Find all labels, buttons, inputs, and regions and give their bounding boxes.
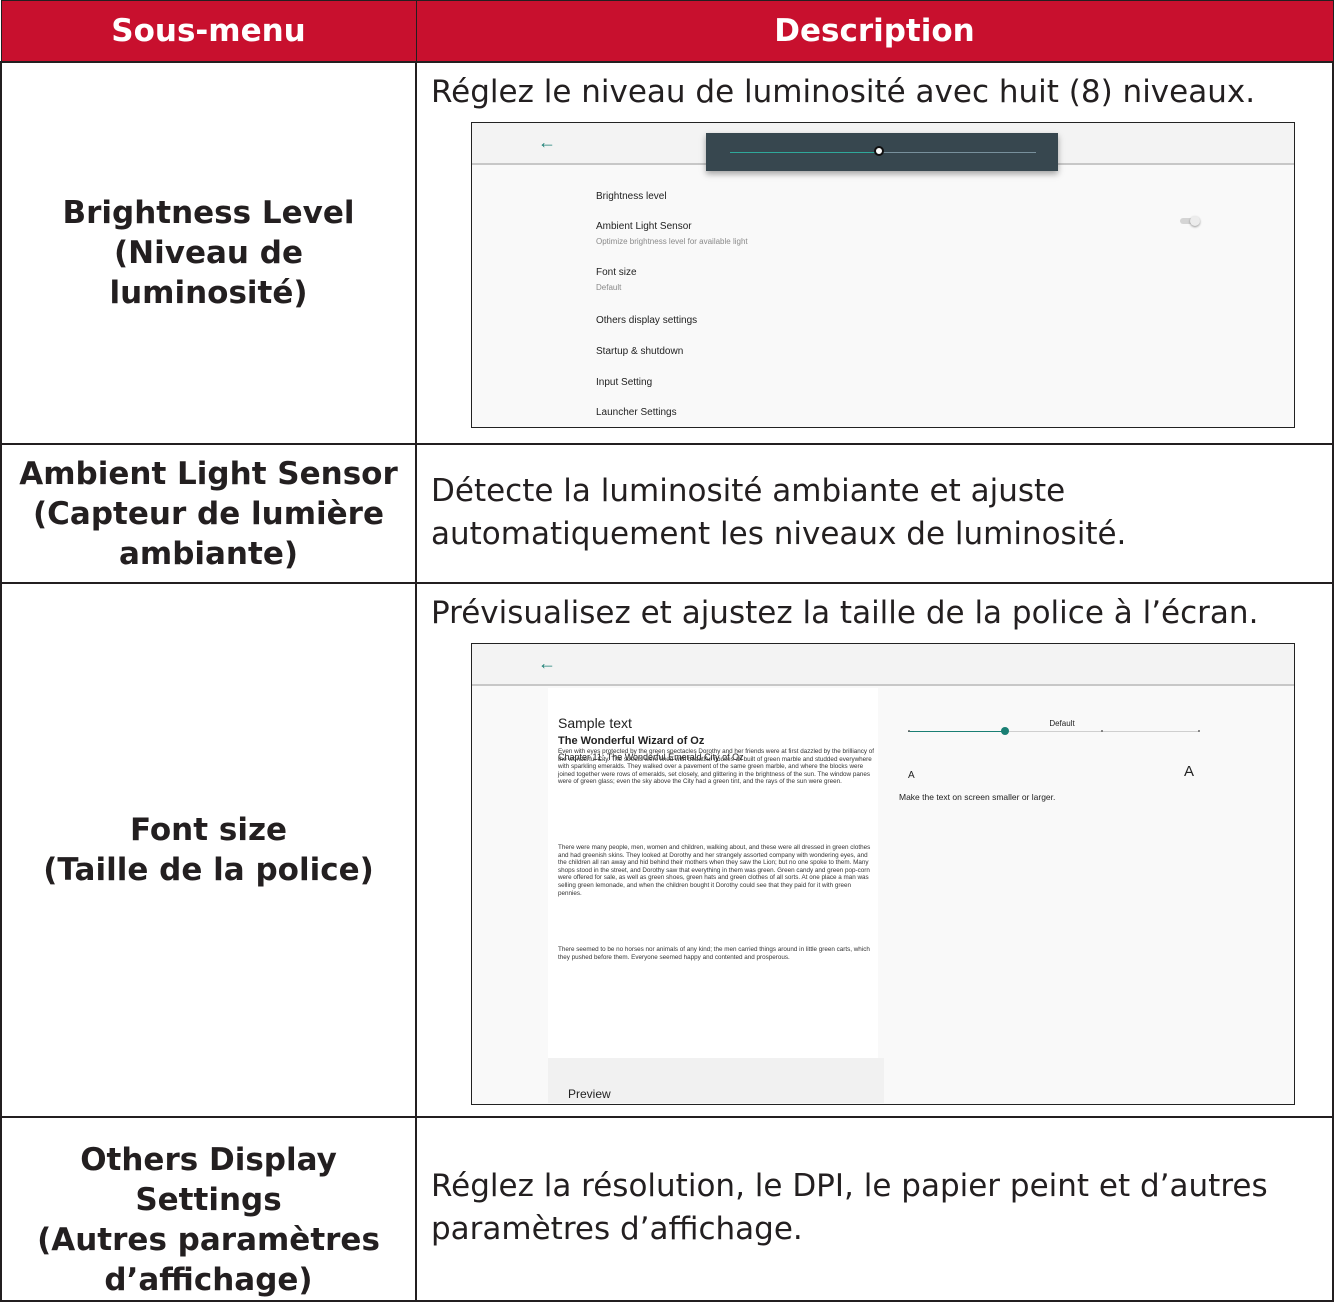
table-row: Font size (Taille de la police) Prévisua… [0, 582, 1334, 1118]
row-description: Réglez le niveau de luminosité avec huit… [431, 74, 1256, 110]
row-name-fontsize: Font size (Taille de la police) [0, 582, 417, 1118]
row-name-line2: (Capteur de lumière ambiante) [33, 495, 384, 572]
brightness-slider-knob[interactable] [874, 146, 884, 156]
arrow-left-icon[interactable]: ← [538, 133, 556, 151]
font-size-value-label: Default [1049, 719, 1075, 728]
row-name-line2: (Taille de la police) [43, 852, 374, 888]
row-desc-brightness: Réglez le niveau de luminosité avec huit… [415, 61, 1334, 445]
large-a-label: A [1184, 763, 1195, 780]
row-description: Réglez la résolution, le DPI, le papier … [431, 1168, 1268, 1247]
row-name-line1: Ambient Light Sensor [19, 455, 398, 492]
header-description: Description [415, 0, 1334, 63]
font-size-slider-fill [908, 731, 1005, 732]
header-submenu: Sous-menu [0, 0, 417, 63]
setting-item-title[interactable]: Launcher Settings [596, 391, 677, 427]
slider-tick [1198, 730, 1200, 732]
row-name-line1: Others Display Settings [80, 1142, 337, 1218]
row-desc-fontsize: Prévisualisez et ajustez la taille de la… [415, 582, 1334, 1118]
sample-paragraph: Even with eyes protected by the green sp… [558, 748, 875, 786]
row-description: Prévisualisez et ajustez la taille de la… [431, 595, 1259, 631]
screen-topbar [472, 644, 1294, 686]
preview-label: Preview [568, 1087, 611, 1101]
font-size-help-text: Make the text on screen smaller or large… [899, 792, 1056, 802]
row-name-line2: (Niveau de luminosité) [109, 235, 308, 311]
slider-tick [1101, 730, 1103, 732]
brightness-slider-track[interactable] [880, 152, 1036, 153]
row-name-line1: Font size [129, 812, 288, 848]
brightness-slider-fill [730, 152, 880, 153]
row-description: Détecte la luminosité ambiante et ajuste… [431, 472, 1127, 552]
row-name-line2: (Autres paramètres d’affichage) [37, 1222, 380, 1298]
ambient-light-toggle[interactable] [1180, 216, 1200, 226]
submenu-table: Sous-menu Description Brightness Level (… [0, 0, 1334, 1302]
row-desc-ambient: Détecte la luminosité ambiante et ajuste… [415, 443, 1334, 584]
brightness-screenshot: ← Brightness level Ambient Light Sensor … [471, 122, 1295, 428]
row-name-line1: Brightness Level [62, 195, 355, 231]
slider-tick [908, 730, 910, 732]
table-row: Others Display Settings (Autres paramètr… [0, 1116, 1334, 1302]
font-size-slider-knob[interactable] [1001, 727, 1009, 735]
row-name-others: Others Display Settings (Autres paramètr… [0, 1116, 417, 1302]
preview-bar: Preview [548, 1058, 884, 1103]
row-name-brightness: Brightness Level (Niveau de luminosité) [0, 61, 417, 445]
arrow-left-icon[interactable]: ← [538, 654, 556, 672]
row-desc-others: Réglez la résolution, le DPI, le papier … [415, 1116, 1334, 1302]
row-name-ambient: Ambient Light Sensor (Capteur de lumière… [0, 443, 417, 584]
table-row: Ambient Light Sensor (Capteur de lumière… [0, 443, 1334, 584]
sample-paragraph: There seemed to be no horses nor animals… [558, 946, 870, 961]
sample-text-pane: Sample text The Wonderful Wizard of Oz C… [548, 688, 878, 1058]
sample-paragraph: There were many people, men, women and c… [558, 844, 871, 897]
brightness-slider-popup [706, 133, 1058, 171]
table-header-row: Sous-menu Description [0, 0, 1334, 63]
fontsize-screenshot: ← Sample text The Wonderful Wizard of Oz… [471, 643, 1295, 1105]
document-page: Sous-menu Description Brightness Level (… [0, 0, 1334, 1302]
toggle-thumb [1190, 216, 1200, 226]
table-row: Brightness Level (Niveau de luminosité) … [0, 61, 1334, 445]
